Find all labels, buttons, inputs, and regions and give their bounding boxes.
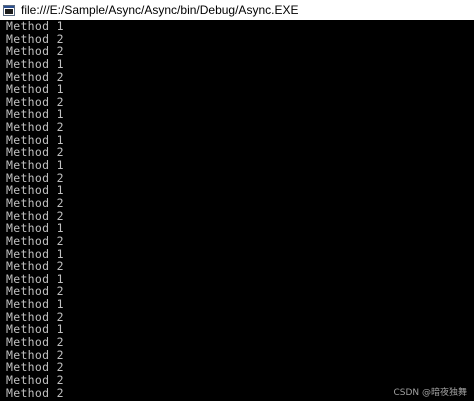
console-line: Method 1 [6, 20, 64, 33]
window-title: file:///E:/Sample/Async/Async/bin/Debug/… [21, 3, 299, 17]
console-line: Method 1 [6, 322, 64, 337]
console-line: Method 1 [6, 107, 64, 122]
console-line: Method 2 [6, 335, 64, 350]
console-line: Method 1 [6, 183, 64, 198]
title-bar[interactable]: file:///E:/Sample/Async/Async/bin/Debug/… [0, 0, 474, 20]
console-line: Method 2 [6, 208, 64, 223]
console-line: Method 2 [6, 360, 64, 375]
console-line: Method 1 [6, 158, 64, 173]
console-line: Method 1 [6, 246, 64, 261]
console-output[interactable]: Method 1 Method 2 Method 2 Method 1 Method 2… [0, 20, 474, 401]
console-line: Method 2 [6, 233, 64, 248]
console-window: file:///E:/Sample/Async/Async/bin/Debug/… [0, 0, 474, 401]
watermark-text: CSDN @暗夜独舞 [393, 388, 467, 398]
console-line: Method 1 [6, 82, 64, 97]
console-line: Method 1 [6, 132, 64, 147]
console-line: Method 2 [6, 31, 64, 46]
console-app-icon[interactable] [3, 4, 15, 16]
console-line: Method 2 [6, 309, 64, 324]
console-line: Method 2 [6, 44, 64, 59]
console-line: Method 1 [6, 271, 64, 286]
console-line: Method 2 [6, 259, 64, 274]
console-line: Method 1 [6, 297, 64, 312]
console-line: Method 2 [6, 347, 64, 362]
console-line: Method 2 [6, 284, 64, 299]
console-line: Method 2 [6, 94, 64, 109]
console-line: Method 1 [6, 56, 64, 71]
console-line: Method 2 [6, 145, 64, 160]
console-line: Method 2 [6, 120, 64, 135]
console-line: Method 1 [6, 221, 64, 236]
console-line: Method 2 [6, 170, 64, 185]
console-line: Method 2 [6, 195, 64, 210]
console-line: Method 2 [6, 69, 64, 84]
